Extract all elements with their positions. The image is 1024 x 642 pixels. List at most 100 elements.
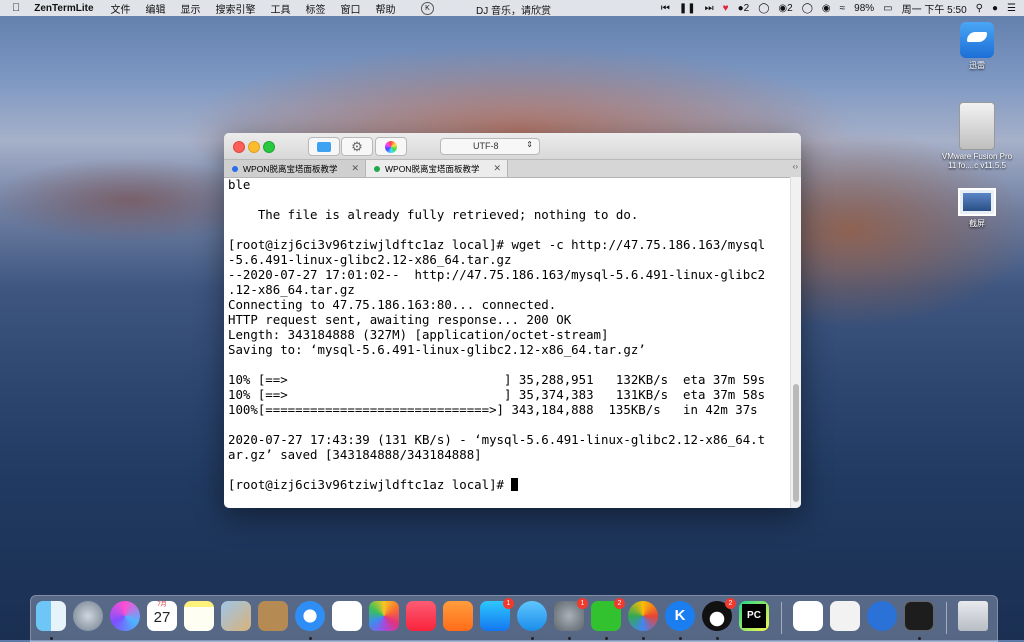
trash-icon[interactable] (958, 601, 988, 631)
music-icon[interactable] (406, 601, 436, 631)
qq-icon[interactable]: 2 (702, 598, 736, 631)
color-button[interactable] (375, 137, 407, 156)
finder-icon[interactable] (36, 601, 66, 631)
zenterm-icon[interactable] (904, 601, 934, 631)
menu-bar:  ZenTermLite 文件 编辑 显示 搜索引擎 工具 标签 窗口 帮助 … (0, 0, 1024, 17)
desktop-icon-label: 迅雷 (969, 61, 985, 70)
dock-separator (781, 602, 782, 634)
kugou-music-icon[interactable]: K (665, 601, 695, 631)
heart-icon[interactable]: ♥ (723, 3, 729, 14)
user-avatar-icon[interactable]: ● (992, 3, 998, 14)
terminal-line: --2020-07-27 17:01:02-- http://47.75.186… (228, 267, 766, 282)
control-center-icon[interactable]: ☰ (1007, 3, 1016, 14)
terminal-line: ar.gz’ saved [343184888/343184888] (228, 447, 482, 462)
desktop-icon-vmware[interactable]: VMware Fusion Pro 11 fo....c v11.5.5 (937, 102, 1017, 170)
safari-icon[interactable] (295, 601, 325, 631)
qq-status-icon[interactable]: ●2 (738, 3, 750, 14)
record-icon[interactable]: ◉ (822, 3, 831, 14)
tab-2[interactable]: WPON脱离宝塔面板教学 ✕ (366, 160, 508, 177)
text-cursor (511, 478, 519, 491)
terminal-output[interactable]: ble The file is already fully retrieved;… (224, 177, 790, 508)
clock[interactable]: 周一 下午 5:50 (902, 1, 967, 16)
desktop-icon-screenshot[interactable]: 截屏 (937, 188, 1017, 229)
terminal-line: Connecting to 47.75.186.163:80... connec… (228, 297, 557, 312)
dock-separator (946, 602, 947, 634)
app-store-icon[interactable]: 1 (480, 598, 514, 631)
pause-circle-icon[interactable]: ◯ (758, 3, 769, 14)
calendar-day: 27 (153, 609, 171, 626)
tab-1[interactable]: WPON脱离宝塔面板教学 ✕ (224, 160, 366, 177)
next-track-icon[interactable]: ⏭ (705, 3, 714, 14)
textedit-icon[interactable] (830, 601, 860, 631)
desktop-icon-label: VMware Fusion Pro 11 fo....c v11.5.5 (941, 152, 1013, 170)
messages-bubble-icon[interactable] (517, 601, 547, 631)
tab-label: WPON脱离宝塔面板教学 (385, 163, 480, 174)
launchpad-icon[interactable] (73, 601, 103, 631)
calendar-icon[interactable]: 7月 27 (147, 601, 177, 631)
pause-icon[interactable]: ❚❚ (679, 3, 696, 14)
scrollbar-thumb[interactable] (793, 384, 799, 502)
notes-icon[interactable] (184, 601, 214, 631)
app-menu[interactable]: ZenTermLite (34, 3, 93, 14)
books-icon[interactable] (443, 601, 473, 631)
apple-menu-icon[interactable]:  (12, 2, 20, 14)
system-preferences-icon[interactable]: 1 (554, 598, 588, 631)
terminal-line: .12-x86_64.tar.gz (228, 282, 355, 297)
menu-window[interactable]: 窗口 (341, 1, 361, 16)
tab-close-icon[interactable]: ✕ (493, 163, 501, 174)
now-playing-song[interactable]: DJ 音乐，请欣赏 (476, 2, 551, 17)
terminal-window: ⚙ UTF-8 ⇕ WPON脱离宝塔面板教学 ✕ WPON脱离宝塔面板教学 ✕ … (224, 133, 801, 508)
wifi-icon[interactable]: ≈ (840, 3, 846, 14)
terminal-prompt: [root@izj6ci3v96tziwjldftc1az local]# (228, 477, 512, 492)
tab-status-dot (232, 165, 238, 172)
terminal-line: 10% [==> ] 35,374,383 131KB/s eta 37m 58… (228, 387, 766, 402)
window-titlebar[interactable]: ⚙ UTF-8 ⇕ (224, 133, 801, 160)
terminal-line: 10% [==> ] 35,288,951 132KB/s eta 37m 59… (228, 372, 766, 387)
terminal-line: HTTP request sent, awaiting response... … (228, 312, 572, 327)
gear-icon: ⚙ (351, 138, 363, 154)
zoom-window-button[interactable] (263, 141, 275, 153)
contacts-icon[interactable] (258, 601, 288, 631)
kugou-icon[interactable]: K (421, 2, 434, 15)
remote-desktop-icon[interactable] (867, 601, 897, 631)
tab-scroll-arrows-icon[interactable]: ‹› (793, 162, 798, 171)
encoding-value: UTF-8 (473, 141, 499, 151)
scrollbar[interactable] (790, 177, 801, 508)
chrome-icon[interactable] (628, 601, 658, 631)
thunder-bird-icon (960, 22, 994, 58)
wechat-icon[interactable]: 2 (591, 598, 625, 631)
minimize-window-button[interactable] (248, 141, 260, 153)
tab-close-icon[interactable]: ✕ (351, 163, 359, 174)
siri-icon[interactable] (110, 601, 140, 631)
menu-tools[interactable]: 工具 (271, 1, 291, 16)
encoding-select[interactable]: UTF-8 ⇕ (440, 138, 540, 155)
menu-view[interactable]: 显示 (181, 1, 201, 16)
menu-help[interactable]: 帮助 (376, 1, 396, 16)
menu-file[interactable]: 文件 (111, 1, 131, 16)
photos-icon[interactable] (369, 601, 399, 631)
vpn-icon[interactable]: ◯ (802, 3, 813, 14)
baidu-netdisk-icon[interactable] (793, 601, 823, 631)
previous-track-icon[interactable]: ⏮ (661, 3, 670, 14)
folder-button[interactable] (308, 137, 340, 156)
system-preferences-badge: 1 (577, 598, 588, 609)
battery-icon[interactable]: ▭ (883, 3, 892, 14)
terminal-line: -5.6.491-linux-glibc2.12-x86_64.tar.gz (228, 252, 512, 267)
battery-percent[interactable]: 98% (854, 3, 874, 14)
pycharm-icon[interactable]: PC (739, 601, 769, 631)
menu-tabs[interactable]: 标签 (306, 1, 326, 16)
menu-search-engine[interactable]: 搜索引擎 (216, 1, 256, 16)
spotlight-search-icon[interactable]: ⚲ (976, 3, 983, 14)
close-window-button[interactable] (233, 141, 245, 153)
desktop-icon-label: 截屏 (969, 219, 985, 228)
wechat-status-icon[interactable]: ◉2 (778, 3, 792, 14)
settings-button[interactable]: ⚙ (341, 137, 373, 156)
dock: 7月 27 1 1 2 K 2 PC (30, 595, 998, 642)
desktop-icon-thunder[interactable]: 迅雷 (937, 22, 1017, 71)
reminders-icon[interactable] (332, 601, 362, 631)
menu-edit[interactable]: 编辑 (146, 1, 166, 16)
preview-icon[interactable] (221, 601, 251, 631)
